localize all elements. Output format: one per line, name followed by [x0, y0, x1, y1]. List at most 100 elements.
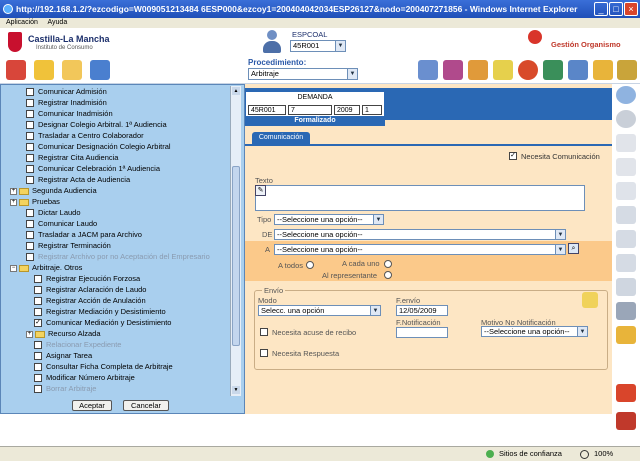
- floppy-icon[interactable]: [616, 182, 636, 200]
- cancel-button[interactable]: Cancelar: [123, 400, 169, 411]
- checkbox[interactable]: [34, 297, 42, 305]
- maximize-button[interactable]: □: [609, 2, 623, 16]
- checkbox[interactable]: [26, 143, 34, 151]
- tree-scrollbar[interactable]: ▲ ▼: [230, 86, 241, 396]
- accept-button[interactable]: Aceptar: [72, 400, 112, 411]
- back-icon[interactable]: [616, 110, 636, 128]
- checkbox[interactable]: [34, 363, 42, 371]
- tree-item[interactable]: Designar Colegio Arbitral. 1ª Audiencia: [26, 120, 167, 130]
- tree-item[interactable]: Comunicar Inadmisión: [26, 109, 113, 119]
- sun-icon[interactable]: [616, 326, 636, 344]
- checkbox[interactable]: [34, 352, 42, 360]
- acuse-checkbox[interactable]: [260, 328, 268, 336]
- tree-item[interactable]: ✓ Comunicar Mediación y Desistimiento: [34, 318, 171, 328]
- expand-icon[interactable]: +: [26, 330, 33, 338]
- fnotificacion-input[interactable]: [396, 327, 448, 338]
- checkbox[interactable]: [26, 88, 34, 96]
- scissors-icon[interactable]: [616, 206, 636, 224]
- zoom-level[interactable]: 100%: [594, 447, 613, 461]
- tree-item[interactable]: Registrar Acta de Audiencia: [26, 175, 130, 185]
- books-icon[interactable]: [443, 60, 463, 80]
- tree-item[interactable]: Trasladar a JACM para Archivo: [26, 230, 142, 240]
- tree-item[interactable]: Consultar Ficha Completa de Arbitraje: [34, 362, 173, 372]
- respuesta-checkbox[interactable]: [260, 349, 268, 357]
- gear-icon[interactable]: [593, 60, 613, 80]
- tree-item[interactable]: Registrar Mediación y Desistimiento: [34, 307, 166, 317]
- tree-item[interactable]: Registrar Ejecución Forzosa: [34, 274, 140, 284]
- checkbox[interactable]: [34, 286, 42, 294]
- printer-icon[interactable]: [616, 302, 636, 320]
- paste-icon[interactable]: [616, 254, 636, 272]
- tree-item[interactable]: Registrar Acción de Anulación: [34, 296, 146, 306]
- tools-red-icon[interactable]: [616, 384, 636, 402]
- documents-icon[interactable]: [616, 158, 636, 176]
- checkbox[interactable]: [34, 374, 42, 382]
- expand-icon[interactable]: +: [10, 187, 17, 195]
- tree-item[interactable]: Comunicar Laudo: [26, 219, 97, 229]
- checkbox[interactable]: [26, 121, 34, 129]
- checkbox[interactable]: [34, 308, 42, 316]
- tool-icon-1[interactable]: [6, 60, 26, 80]
- tree-item[interactable]: + Pruebas: [10, 197, 60, 207]
- motivo-select[interactable]: --Seleccione una opción-- ▼: [481, 326, 588, 337]
- magnifier-icon[interactable]: [616, 86, 636, 104]
- checkbox[interactable]: [26, 165, 34, 173]
- scroll-down-arrow[interactable]: ▼: [232, 386, 240, 394]
- document-icon[interactable]: [616, 134, 636, 152]
- modo-select[interactable]: Selecc. una opción ▼: [258, 305, 381, 316]
- tree-item[interactable]: Registrar Aclaración de Laudo: [34, 285, 146, 295]
- checkbox-checked[interactable]: ✓: [34, 319, 42, 327]
- a-select[interactable]: --Seleccione una opción-- ▼: [274, 244, 566, 255]
- tree-item[interactable]: Registrar Inadmisión: [26, 98, 107, 108]
- scroll-up-arrow[interactable]: ▲: [232, 87, 240, 95]
- tipo-select[interactable]: --Seleccione una opción-- ▼: [274, 214, 384, 225]
- fenvio-input[interactable]: 12/05/2009: [396, 305, 448, 316]
- a-cada-uno-radio[interactable]: [384, 260, 392, 268]
- tree-item[interactable]: Modificar Número Arbitraje: [34, 373, 135, 383]
- search-doc-icon[interactable]: [543, 60, 563, 80]
- send-envelope-icon[interactable]: [582, 292, 598, 308]
- tree-item[interactable]: Registrar Terminación: [26, 241, 111, 251]
- globe-icon[interactable]: [518, 60, 538, 80]
- menu-aplicacion[interactable]: Aplicación: [6, 19, 38, 26]
- procedimiento-select[interactable]: Arbitraje ▼: [248, 68, 358, 80]
- tools-icon[interactable]: [568, 60, 588, 80]
- a-todos-radio[interactable]: [306, 261, 314, 269]
- laptop-icon[interactable]: [418, 60, 438, 80]
- checkbox[interactable]: [34, 341, 42, 349]
- espcoal-select[interactable]: 45R001 ▼: [290, 40, 346, 52]
- collapse-icon[interactable]: −: [10, 264, 17, 272]
- al-representante-radio[interactable]: [384, 271, 392, 279]
- checkbox[interactable]: [34, 275, 42, 283]
- gestion-organismo-icon[interactable]: [528, 30, 542, 44]
- checkbox[interactable]: [26, 220, 34, 228]
- tree-item[interactable]: + Recurso Alzada: [26, 329, 101, 339]
- close-button[interactable]: ×: [624, 2, 638, 16]
- users-icon[interactable]: [90, 60, 110, 80]
- sun-icon[interactable]: [617, 60, 637, 80]
- box-icon[interactable]: [468, 60, 488, 80]
- tree-item[interactable]: − Arbitraje. Otros: [10, 263, 82, 273]
- tree-item[interactable]: Dictar Laudo: [26, 208, 81, 218]
- checkbox[interactable]: [26, 253, 34, 261]
- tab-comunicacion[interactable]: Comunicación: [252, 132, 310, 144]
- tree-item[interactable]: Asignar Tarea: [34, 351, 92, 361]
- necesita-comunicacion-checkbox[interactable]: ✓: [509, 152, 517, 160]
- tree-item[interactable]: Registrar Archivo por no Aceptación del …: [26, 252, 210, 262]
- tree-item[interactable]: Comunicar Admisión: [26, 87, 107, 97]
- tree-item[interactable]: Comunicar Celebración 1ª Audiencia: [26, 164, 160, 174]
- tree-item[interactable]: Trasladar a Centro Colaborador: [26, 131, 144, 141]
- gestion-organismo-label[interactable]: Gestión Organismo: [551, 40, 621, 49]
- checkbox[interactable]: [26, 209, 34, 217]
- checkbox[interactable]: [26, 231, 34, 239]
- menu-ayuda[interactable]: Ayuda: [47, 19, 67, 26]
- scroll-thumb[interactable]: [232, 166, 240, 346]
- copy-icon[interactable]: [616, 230, 636, 248]
- edit-text-icon[interactable]: ✎: [255, 185, 266, 196]
- search-icon[interactable]: ⌕: [568, 243, 579, 254]
- checkbox[interactable]: [26, 132, 34, 140]
- tree-item[interactable]: Registrar Cita Audiencia: [26, 153, 118, 163]
- expand-icon[interactable]: +: [10, 198, 17, 206]
- minimize-button[interactable]: _: [594, 2, 608, 16]
- checkbox[interactable]: [26, 242, 34, 250]
